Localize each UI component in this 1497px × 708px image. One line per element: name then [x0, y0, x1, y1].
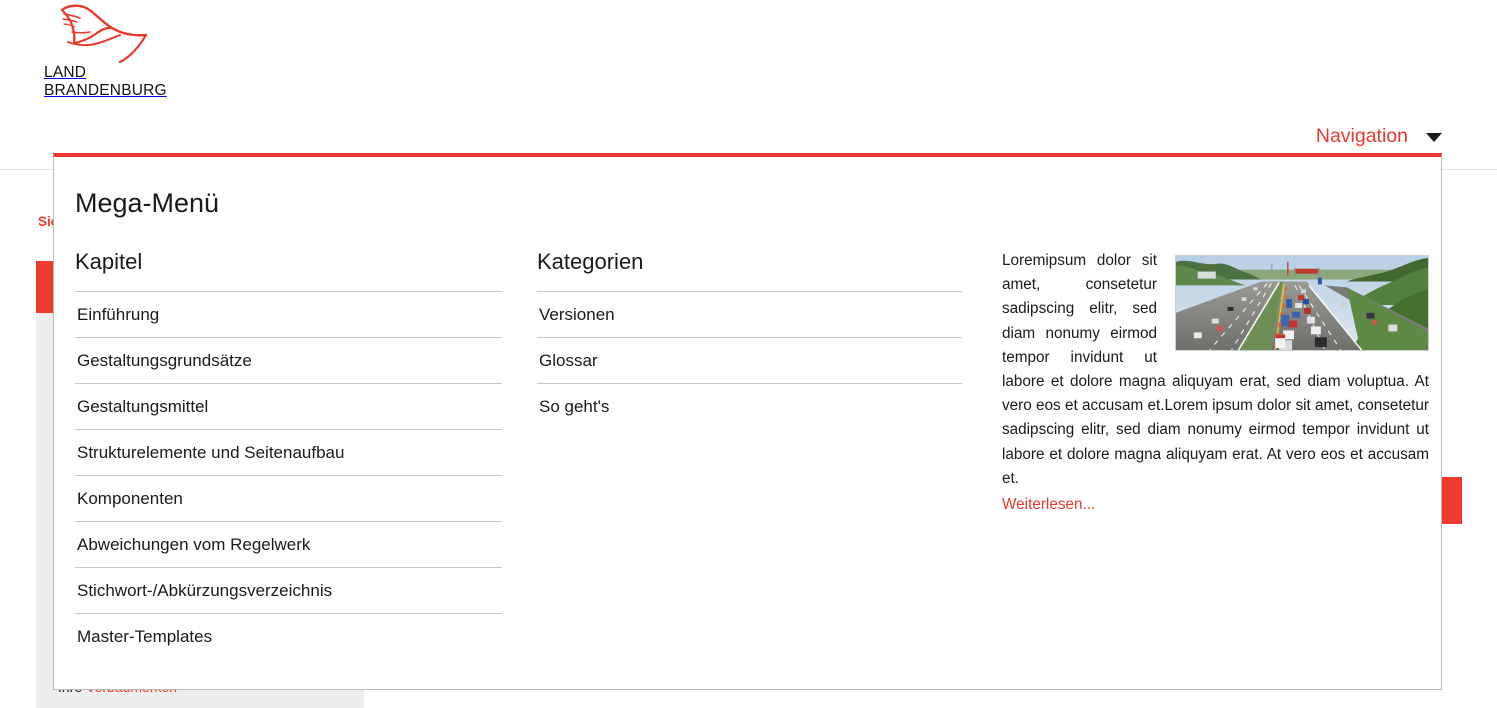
site-logo[interactable]: LAND BRANDENBURG	[44, 2, 184, 100]
accent-block-right	[1440, 477, 1462, 524]
weiterlesen-link[interactable]: Weiterlesen...	[1002, 493, 1095, 517]
list-item: So geht's	[537, 384, 962, 429]
logo-wordmark: LAND BRANDENBURG	[44, 64, 167, 99]
list-item: Komponenten	[75, 476, 502, 522]
navigation-toggle[interactable]: Navigation	[1316, 124, 1442, 148]
site-header: LAND BRANDENBURG Navigation	[0, 0, 1497, 155]
menu-item-gestaltungsgrundsaetze[interactable]: Gestaltungsgrundsätze	[75, 338, 502, 383]
menu-item-versionen[interactable]: Versionen	[537, 292, 962, 337]
column-heading-kategorien: Kategorien	[537, 249, 962, 275]
autobahn-traffic-photo	[1175, 255, 1429, 351]
menu-item-strukturelemente[interactable]: Strukturelemente und Seitenaufbau	[75, 430, 502, 475]
brandenburg-eagle-icon	[50, 2, 158, 64]
menu-column-kapitel: Kapitel Einführung Gestaltungsgrundsätze…	[75, 249, 502, 659]
list-item: Gestaltungsmittel	[75, 384, 502, 430]
mega-menu-panel: Mega-Menü Kapitel Einführung Gestaltungs…	[53, 153, 1442, 690]
list-item: Stichwort-/Abkürzungsverzeichnis	[75, 568, 502, 614]
list-item: Master-Templates	[75, 614, 502, 659]
list-item: Strukturelemente und Seitenaufbau	[75, 430, 502, 476]
menu-item-so-gehts[interactable]: So geht's	[537, 384, 962, 429]
navigation-toggle-label: Navigation	[1316, 124, 1408, 148]
menu-item-einfuehrung[interactable]: Einführung	[75, 292, 502, 337]
menu-item-master-templates[interactable]: Master-Templates	[75, 614, 502, 659]
list-item: Abweichungen vom Regelwerk	[75, 522, 502, 568]
chevron-down-icon	[1426, 133, 1442, 142]
list-item: Gestaltungsgrundsätze	[75, 338, 502, 384]
menu-item-gestaltungsmittel[interactable]: Gestaltungsmittel	[75, 384, 502, 429]
menu-item-komponenten[interactable]: Komponenten	[75, 476, 502, 521]
menu-item-abweichungen[interactable]: Abweichungen vom Regelwerk	[75, 522, 502, 567]
list-item: Einführung	[75, 292, 502, 338]
column-heading-kapitel: Kapitel	[75, 249, 502, 275]
menu-column-teaser: Loremipsum dolor sit amet, consetetur sa…	[1002, 249, 1429, 517]
mega-menu-columns: Kapitel Einführung Gestaltungsgrundsätze…	[75, 249, 1401, 659]
list-item: Versionen	[537, 292, 962, 338]
menu-column-kategorien: Kategorien Versionen Glossar So geht's	[537, 249, 962, 429]
menu-item-glossar[interactable]: Glossar	[537, 338, 962, 383]
kategorien-list: Versionen Glossar So geht's	[537, 291, 962, 429]
mega-menu-title: Mega-Menü	[75, 187, 1401, 219]
list-item: Glossar	[537, 338, 962, 384]
kapitel-list: Einführung Gestaltungsgrundsätze Gestalt…	[75, 291, 502, 659]
menu-item-stichwortverzeichnis[interactable]: Stichwort-/Abkürzungsverzeichnis	[75, 568, 502, 613]
